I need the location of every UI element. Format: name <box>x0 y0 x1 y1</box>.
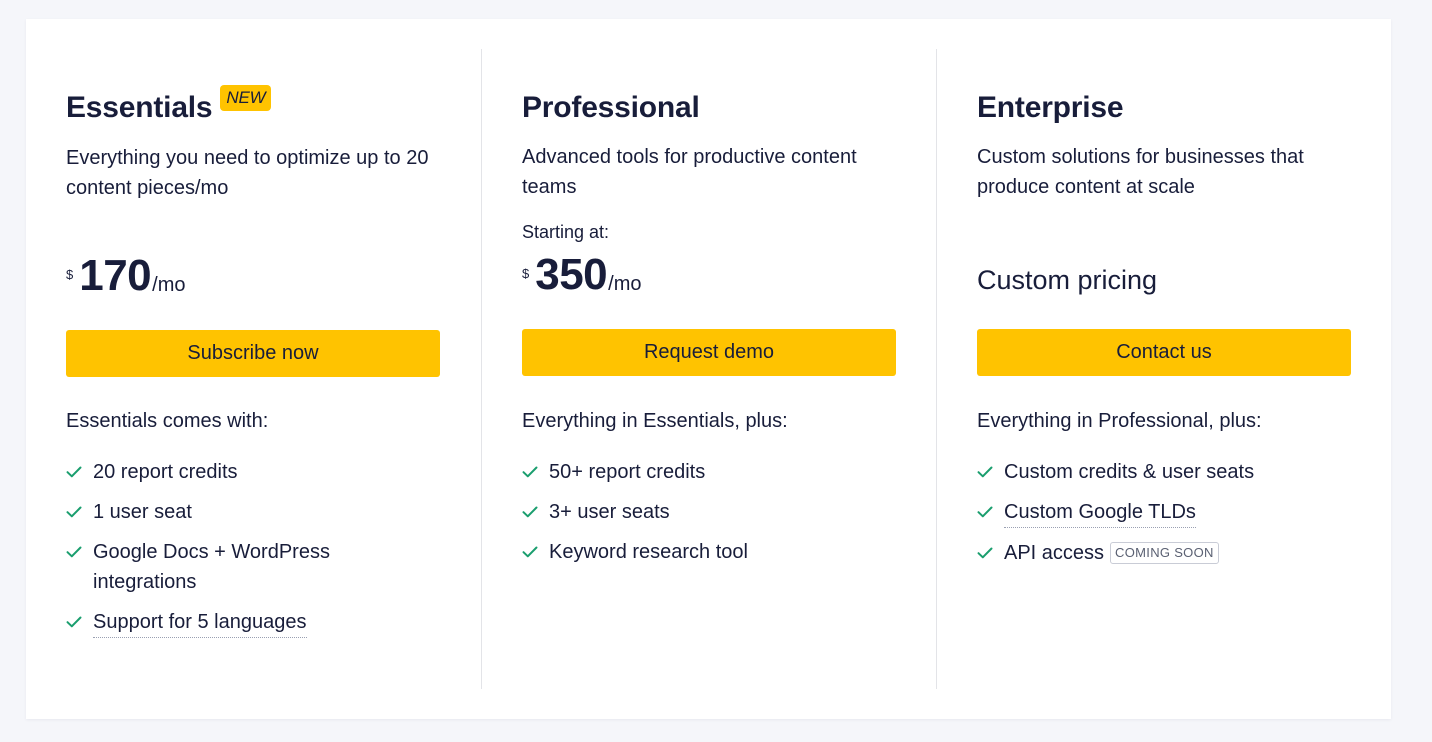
check-icon <box>66 607 84 637</box>
feature-label: 50+ report credits <box>549 461 706 483</box>
plan-essentials: Essentials NEW Everything you need to op… <box>26 49 481 689</box>
check-icon <box>977 538 995 568</box>
price-amount: 170 <box>79 251 152 300</box>
list-item: Keyword research tool <box>522 537 902 567</box>
check-icon <box>522 537 540 567</box>
plan-name: Enterprise <box>977 91 1124 124</box>
check-icon <box>522 457 540 487</box>
plan-description: Everything you need to optimize up to 20… <box>66 147 429 199</box>
feature-label: Keyword research tool <box>549 541 748 563</box>
feature-label: 3+ user seats <box>549 501 670 523</box>
price-currency: $ <box>522 266 530 281</box>
feature-label: Custom credits & user seats <box>1004 461 1255 483</box>
check-icon <box>66 457 84 487</box>
plan-price: $ 350 /mo <box>522 252 642 298</box>
starting-at-label: Starting at: <box>522 222 610 242</box>
pricing-card: Essentials NEW Everything you need to op… <box>26 19 1391 719</box>
feature-label: 1 user seat <box>93 501 192 523</box>
contact-us-button[interactable]: Contact us <box>977 329 1351 376</box>
price-period: /mo <box>152 274 186 296</box>
plan-description: Advanced tools for productive content te… <box>522 146 857 198</box>
plan-name: Essentials <box>66 91 213 124</box>
check-icon <box>66 537 84 567</box>
list-item: 20 report credits <box>66 457 446 487</box>
feature-list: Custom credits & user seats Custom Googl… <box>977 457 1357 578</box>
check-icon <box>66 497 84 527</box>
list-item: 50+ report credits <box>522 457 902 487</box>
includes-heading: Everything in Essentials, plus: <box>522 410 788 432</box>
plan-description: Custom solutions for businesses that pro… <box>977 146 1304 198</box>
new-badge: NEW <box>220 85 272 111</box>
feature-list: 50+ report credits 3+ user seats Keyword… <box>522 457 902 577</box>
includes-heading: Essentials comes with: <box>66 410 269 432</box>
request-demo-button[interactable]: Request demo <box>522 329 896 376</box>
price-currency: $ <box>66 267 74 282</box>
price-amount: 350 <box>535 250 608 299</box>
plan-professional: Professional Advanced tools for producti… <box>481 49 936 689</box>
list-item: Custom Google TLDs <box>977 497 1357 528</box>
list-item: 3+ user seats <box>522 497 902 527</box>
feature-list: 20 report credits 1 user seat Google Doc… <box>66 457 446 648</box>
includes-heading: Everything in Professional, plus: <box>977 410 1262 432</box>
list-item: 1 user seat <box>66 497 446 527</box>
check-icon <box>522 497 540 527</box>
plan-title: Essentials NEW <box>66 85 272 125</box>
plan-name: Professional <box>522 91 700 124</box>
list-item: Support for 5 languages <box>66 607 446 638</box>
check-icon <box>977 497 995 527</box>
feature-label: 20 report credits <box>93 461 238 483</box>
list-item: Google Docs + WordPress integrations <box>66 537 446 597</box>
plan-title: Professional <box>522 91 700 125</box>
feature-label: Google Docs + WordPress integrations <box>93 541 330 593</box>
feature-label-tooltip[interactable]: Support for 5 languages <box>93 607 307 638</box>
check-icon <box>977 457 995 487</box>
subscribe-now-button[interactable]: Subscribe now <box>66 330 440 377</box>
feature-label-tooltip[interactable]: Custom Google TLDs <box>1004 497 1196 528</box>
custom-pricing-label: Custom pricing <box>977 265 1158 295</box>
feature-label: API access <box>1004 542 1105 564</box>
plan-enterprise: Enterprise Custom solutions for business… <box>936 49 1391 689</box>
price-period: /mo <box>608 273 642 295</box>
coming-soon-badge: COMING SOON <box>1110 542 1219 564</box>
plan-title: Enterprise <box>977 91 1124 125</box>
list-item: API access COMING SOON <box>977 538 1357 568</box>
list-item: Custom credits & user seats <box>977 457 1357 487</box>
plan-price: $ 170 /mo <box>66 253 186 299</box>
